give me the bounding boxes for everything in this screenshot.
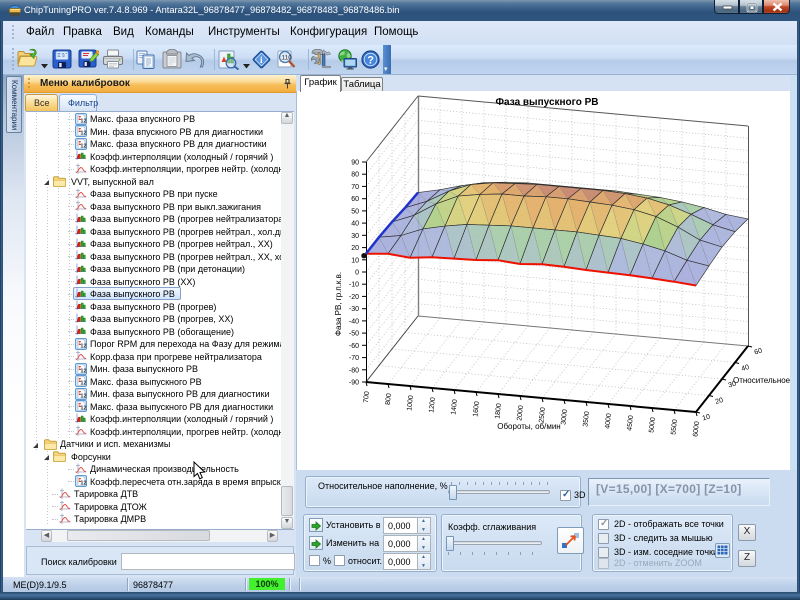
svg-text:12: 12	[80, 343, 86, 349]
svg-text:12: 12	[80, 381, 86, 387]
svg-text:-50: -50	[349, 331, 359, 338]
svg-text:Фаза выпускного РВ: Фаза выпускного РВ	[496, 97, 599, 108]
svg-text:90: 90	[351, 160, 359, 167]
svg-text:-30: -30	[349, 306, 359, 313]
svg-text:12: 12	[80, 131, 86, 137]
svg-text:20: 20	[351, 245, 359, 252]
svg-text:Относительное наполнение: Относительное наполнение	[733, 376, 790, 385]
svg-text:-10: -10	[349, 282, 359, 289]
svg-text:-90: -90	[349, 380, 359, 387]
svg-text:12: 12	[80, 406, 86, 412]
svg-text:10: 10	[351, 257, 359, 264]
svg-text:12: 12	[80, 143, 86, 149]
svg-text:-20: -20	[349, 294, 359, 301]
svg-text:12: 12	[80, 118, 86, 124]
svg-text:50: 50	[351, 208, 359, 215]
svg-text:70: 70	[351, 184, 359, 191]
svg-text:0: 0	[355, 270, 359, 277]
svg-text:12: 12	[80, 393, 86, 399]
svg-text:12: 12	[80, 368, 86, 374]
svg-text:800: 800	[385, 393, 393, 405]
svg-text:110: 110	[282, 55, 293, 62]
svg-text:40: 40	[351, 221, 359, 228]
svg-text:Обороты, об/мин: Обороты, об/мин	[497, 422, 560, 431]
svg-text:-40: -40	[349, 318, 359, 325]
svg-text:60: 60	[351, 196, 359, 203]
svg-text:-70: -70	[349, 355, 359, 362]
svg-text:?: ?	[367, 55, 374, 67]
svg-text:12: 12	[80, 481, 86, 487]
svg-text:-60: -60	[349, 343, 359, 350]
svg-text:30: 30	[351, 233, 359, 240]
svg-text:80: 80	[351, 172, 359, 179]
svg-text:Фаза РВ, гр.п.к.в.: Фаза РВ, гр.п.к.в.	[334, 272, 343, 336]
svg-text:-80: -80	[349, 367, 359, 374]
svg-text:700: 700	[363, 391, 371, 403]
